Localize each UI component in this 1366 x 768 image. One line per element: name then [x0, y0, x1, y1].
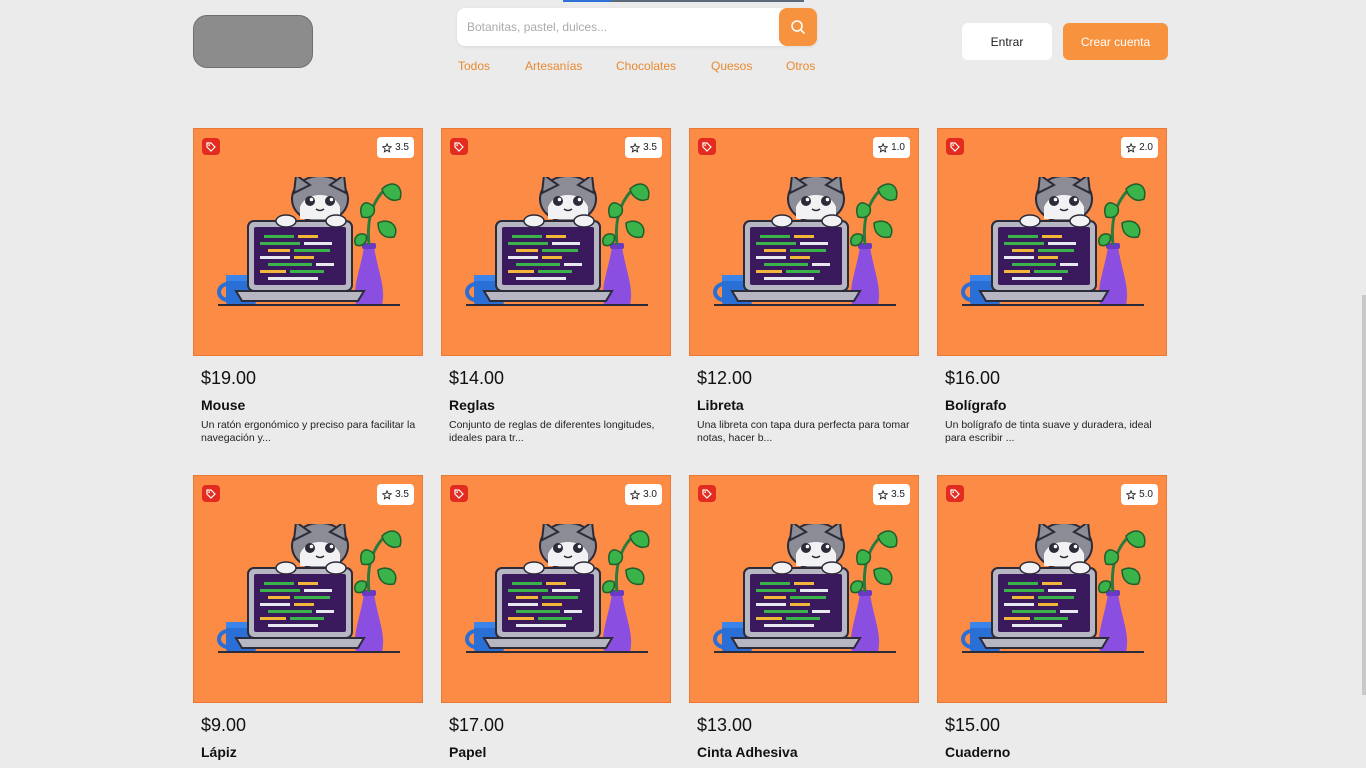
rating-value: 5.0 [1139, 489, 1153, 500]
star-icon [1126, 489, 1137, 500]
star-icon [382, 142, 393, 153]
star-icon [878, 142, 889, 153]
rating-value: 2.0 [1139, 142, 1153, 153]
product-card[interactable]: 5.0 $15.00 Cuaderno [937, 475, 1167, 760]
rating-value: 3.5 [643, 142, 657, 153]
rating-badge: 3.5 [377, 484, 414, 505]
product-name[interactable]: Bolígrafo [945, 397, 1167, 413]
product-card[interactable]: 3.0 $17.00 Papel [441, 475, 671, 760]
category-artesanias[interactable]: Artesanías [525, 59, 582, 73]
rating-value: 3.5 [891, 489, 905, 500]
star-icon [630, 142, 641, 153]
product-name[interactable]: Papel [449, 744, 671, 760]
product-description: Conjunto de reglas de diferentes longitu… [449, 419, 655, 444]
product-name[interactable]: Lápiz [201, 744, 423, 760]
star-icon [878, 489, 889, 500]
cat-laptop-illustration [217, 177, 402, 306]
product-image[interactable]: 3.5 [689, 475, 919, 703]
search-button[interactable] [779, 8, 817, 46]
star-icon [382, 489, 393, 500]
rating-badge: 3.5 [377, 137, 414, 158]
cat-laptop-illustration [713, 524, 898, 653]
cat-laptop-illustration [961, 177, 1146, 306]
star-icon [630, 489, 641, 500]
login-button[interactable]: Entrar [962, 23, 1052, 60]
product-price: $17.00 [449, 715, 505, 735]
product-grid: 3.5 $19.00 Mouse Un ratón ergonómico y p… [193, 128, 1168, 760]
product-card[interactable]: 3.5 $19.00 Mouse Un ratón ergonómico y p… [193, 128, 423, 444]
product-card[interactable]: 3.5 $13.00 Cinta Adhesiva [689, 475, 919, 760]
rating-value: 3.5 [395, 489, 409, 500]
product-price: $19.00 [201, 368, 257, 388]
cat-laptop-illustration [713, 177, 898, 306]
product-image[interactable]: 5.0 [937, 475, 1167, 703]
signup-button[interactable]: Crear cuenta [1063, 23, 1168, 60]
product-name[interactable]: Mouse [201, 397, 423, 413]
search-input[interactable] [457, 8, 779, 46]
product-name[interactable]: Reglas [449, 397, 671, 413]
rating-badge: 2.0 [1121, 137, 1158, 158]
product-card[interactable]: 2.0 $16.00 Bolígrafo Un bolígrafo de tin… [937, 128, 1167, 444]
product-image[interactable]: 1.0 [689, 128, 919, 356]
product-image[interactable]: 3.0 [441, 475, 671, 703]
product-name[interactable]: Libreta [697, 397, 919, 413]
product-price: $12.00 [697, 368, 753, 388]
category-otros[interactable]: Otros [786, 59, 815, 73]
product-card[interactable]: 1.0 $12.00 Libreta Una libreta con tapa … [689, 128, 919, 444]
cat-laptop-illustration [465, 177, 650, 306]
tag-icon [450, 138, 468, 155]
tag-icon [202, 138, 220, 155]
tag-icon [202, 485, 220, 502]
rating-badge: 1.0 [873, 137, 910, 158]
cat-laptop-illustration [217, 524, 402, 653]
rating-badge: 3.5 [873, 484, 910, 505]
product-image[interactable]: 3.5 [193, 475, 423, 703]
top-progress-line [563, 0, 804, 2]
tag-icon [946, 485, 964, 502]
product-price: $14.00 [449, 368, 505, 388]
product-price: $13.00 [697, 715, 753, 735]
rating-value: 3.0 [643, 489, 657, 500]
tag-icon [698, 485, 716, 502]
product-card[interactable]: 3.5 $9.00 Lápiz [193, 475, 423, 760]
product-image[interactable]: 2.0 [937, 128, 1167, 356]
tag-icon [698, 138, 716, 155]
tag-icon [450, 485, 468, 502]
category-chocolates[interactable]: Chocolates [616, 59, 676, 73]
rating-badge: 5.0 [1121, 484, 1158, 505]
rating-badge: 3.5 [625, 137, 662, 158]
rating-value: 3.5 [395, 142, 409, 153]
product-price: $16.00 [945, 368, 1001, 388]
rating-badge: 3.0 [625, 484, 662, 505]
product-description: Un bolígrafo de tinta suave y duradera, … [945, 419, 1152, 444]
product-name[interactable]: Cuaderno [945, 744, 1167, 760]
product-price: $9.00 [201, 715, 247, 735]
product-image[interactable]: 3.5 [193, 128, 423, 356]
star-icon [1126, 142, 1137, 153]
search-icon [791, 20, 805, 34]
category-quesos[interactable]: Quesos [711, 59, 752, 73]
site-header: Todos Artesanías Chocolates Quesos Otros… [0, 0, 1366, 100]
search-bar [457, 8, 817, 46]
tag-icon [946, 138, 964, 155]
product-price: $15.00 [945, 715, 1001, 735]
product-description: Un ratón ergonómico y preciso para facil… [201, 419, 416, 444]
category-todos[interactable]: Todos [458, 59, 490, 73]
cat-laptop-illustration [961, 524, 1146, 653]
page-scrollbar[interactable] [1362, 295, 1366, 695]
product-image[interactable]: 3.5 [441, 128, 671, 356]
product-name[interactable]: Cinta Adhesiva [697, 744, 919, 760]
rating-value: 1.0 [891, 142, 905, 153]
cat-laptop-illustration [465, 524, 650, 653]
product-card[interactable]: 3.5 $14.00 Reglas Conjunto de reglas de … [441, 128, 671, 444]
site-logo[interactable] [193, 15, 313, 68]
product-description: Una libreta con tapa dura perfecta para … [697, 419, 910, 444]
